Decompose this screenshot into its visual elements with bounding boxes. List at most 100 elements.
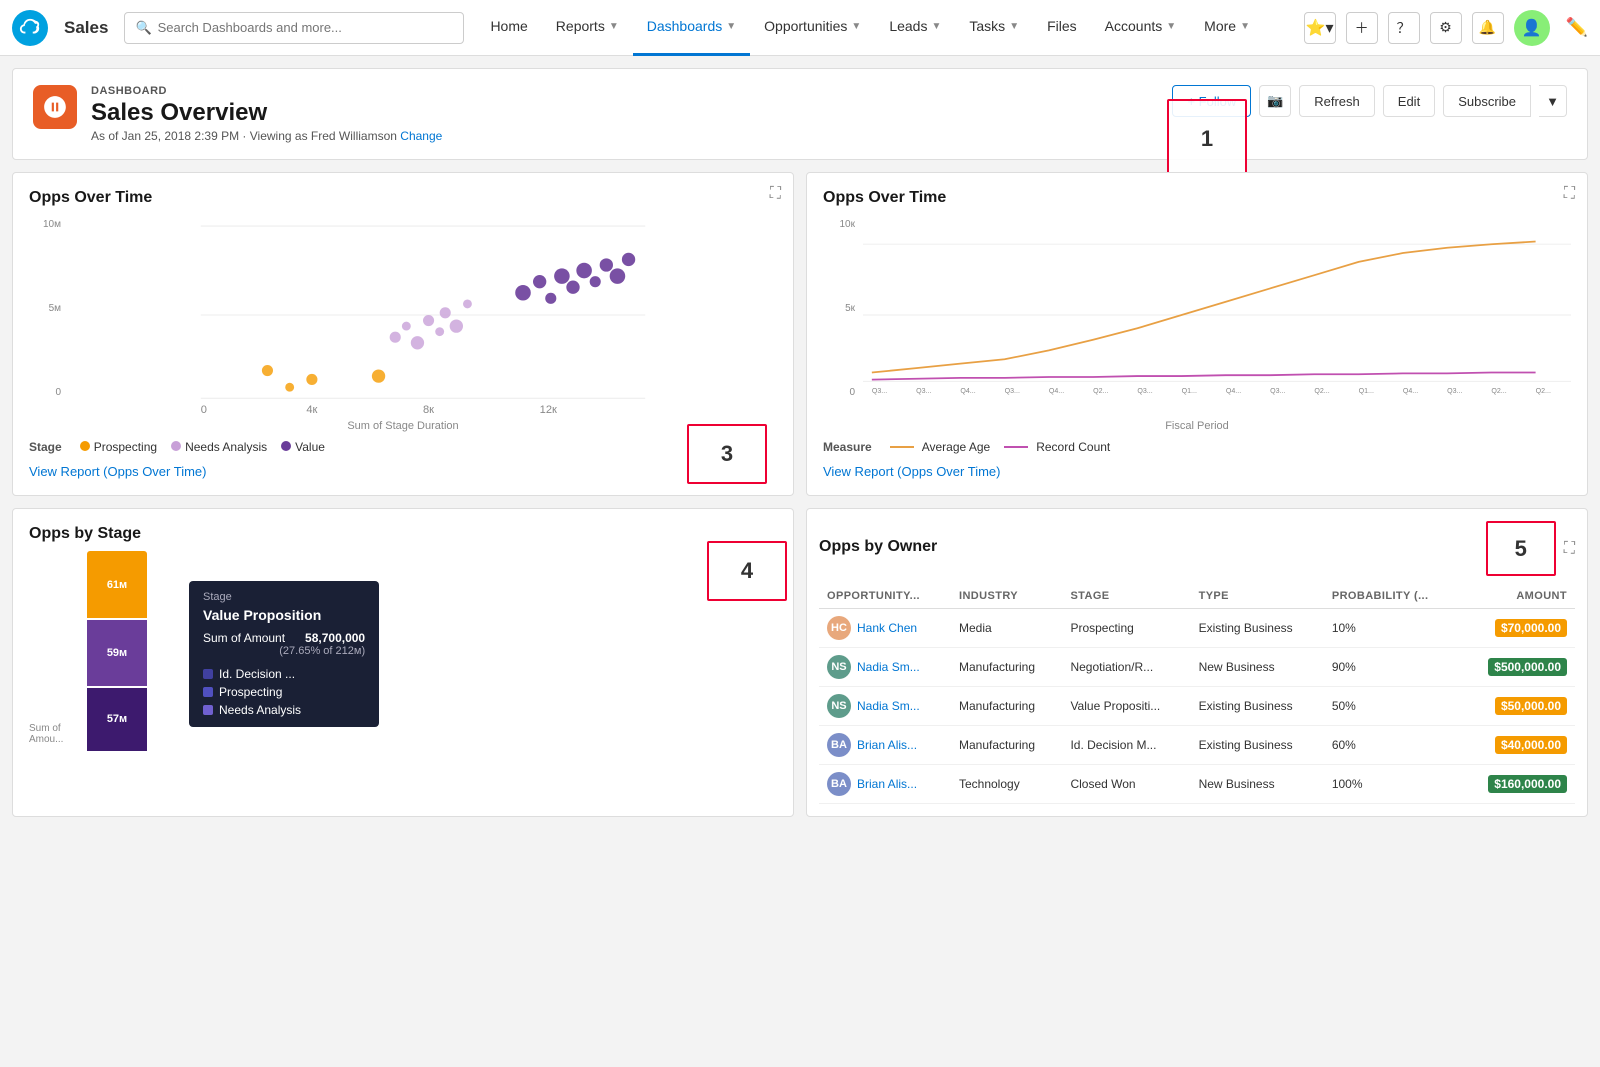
- tooltip-stage-label: Stage: [203, 591, 365, 603]
- svg-text:Q3...: Q3...: [1270, 387, 1285, 395]
- subscribe-button[interactable]: Subscribe: [1443, 85, 1531, 117]
- opp-stage: Id. Decision M...: [1062, 726, 1190, 765]
- nav-dashboards[interactable]: Dashboards ▼: [633, 0, 750, 56]
- nav-opportunities[interactable]: Opportunities ▼: [750, 0, 875, 56]
- subscribe-dropdown-button[interactable]: ▼: [1539, 85, 1567, 117]
- opp-stage: Negotiation/R...: [1062, 648, 1190, 687]
- chevron-down-icon: ▼: [851, 21, 861, 32]
- nav-home[interactable]: Home: [476, 0, 541, 56]
- legend-value: Value: [295, 440, 325, 454]
- opp-industry: Technology: [951, 765, 1062, 804]
- opp-amount: $160,000.00: [1460, 765, 1575, 804]
- user-avatar[interactable]: 👤: [1514, 10, 1550, 46]
- x-axis-label: Sum of Stage Duration: [29, 420, 777, 432]
- opp-name-cell[interactable]: NS Nadia Sm...: [819, 648, 951, 687]
- opp-name-cell[interactable]: BA Brian Alis...: [819, 726, 951, 765]
- opp-type: Existing Business: [1191, 726, 1324, 765]
- tooltip-amount-row: Sum of Amount 58,700,000: [203, 631, 365, 645]
- opps-by-owner-widget: Opps by Owner 5 ⛶ OPPORTUNITY... INDUSTR…: [806, 508, 1588, 817]
- opp-stage: Closed Won: [1062, 765, 1190, 804]
- nav-accounts[interactable]: Accounts ▼: [1091, 0, 1191, 56]
- nav-tasks[interactable]: Tasks ▼: [955, 0, 1033, 56]
- expand-icon-2[interactable]: ⛶: [1564, 185, 1575, 203]
- annotation-4: 4: [707, 541, 787, 601]
- opp-amount: $500,000.00: [1460, 648, 1575, 687]
- edit-icon[interactable]: ✏️: [1566, 17, 1588, 38]
- tooltip-amount-val: 58,700,000: [305, 631, 365, 645]
- tooltip-legend: Id. Decision ... Prospecting Needs Analy…: [203, 667, 365, 717]
- legend-measure: Measure: [823, 440, 872, 454]
- annotation-1: 1: [1167, 99, 1247, 179]
- legend-prospecting: Prospecting: [94, 440, 157, 454]
- help-button[interactable]: ？: [1388, 12, 1420, 44]
- dashboard-info: DASHBOARD Sales Overview As of Jan 25, 2…: [91, 85, 1172, 143]
- widget-grid-row2: Opps by Stage Sum of Amou... 61м 59м 57м: [12, 508, 1588, 817]
- opp-industry: Media: [951, 609, 1062, 648]
- line-chart-svg: Q3... Q3... Q4... Q3... Q4... Q2... Q3..…: [863, 215, 1571, 415]
- stage-bar-2[interactable]: 59м: [87, 620, 147, 685]
- svg-text:Q2...: Q2...: [1314, 387, 1329, 395]
- app-name: Sales: [64, 18, 108, 38]
- opp-probability: 10%: [1324, 609, 1460, 648]
- refresh-button[interactable]: Refresh: [1299, 85, 1375, 117]
- view-report-link-2[interactable]: View Report (Opps Over Time): [823, 464, 1000, 479]
- legend-avg-age: Average Age: [922, 440, 991, 454]
- dashboard-label: DASHBOARD: [91, 85, 1172, 97]
- annotation-3: 3: [687, 424, 767, 484]
- line-chart-area: 10к 5к 0: [823, 215, 1571, 432]
- svg-text:Q3...: Q3...: [1005, 387, 1020, 395]
- line-chart-legend: Measure Average Age Record Count: [823, 440, 1571, 454]
- table-row: NS Nadia Sm... Manufacturing Negotiation…: [819, 648, 1575, 687]
- expand-icon[interactable]: ⛶: [770, 185, 781, 203]
- settings-button[interactable]: ⚙: [1430, 12, 1462, 44]
- opp-name-cell[interactable]: HC Hank Chen: [819, 609, 951, 648]
- opps-by-stage-title: Opps by Stage: [29, 525, 777, 543]
- stage-bar-3[interactable]: 57м: [87, 688, 147, 751]
- scatter-chart-title: Opps Over Time: [29, 189, 777, 207]
- col-probability: PROBABILITY (...: [1324, 584, 1460, 609]
- annotation-5: 5: [1486, 521, 1556, 576]
- notifications-button[interactable]: 🔔: [1472, 12, 1504, 44]
- salesforce-logo[interactable]: [12, 10, 48, 46]
- stage-y-label: Sum of Amou...: [29, 723, 79, 745]
- nav-leads[interactable]: Leads ▼: [875, 0, 955, 56]
- search-bar[interactable]: 🔍: [124, 12, 464, 44]
- fiscal-period-label: Fiscal Period: [823, 420, 1571, 432]
- edit-button[interactable]: Edit: [1383, 85, 1435, 117]
- favorites-button[interactable]: ⭐▾: [1304, 12, 1336, 44]
- chevron-down-icon: ▼: [1009, 21, 1019, 32]
- camera-button[interactable]: 📷: [1259, 85, 1291, 117]
- change-link[interactable]: Change: [400, 129, 442, 143]
- table-row: HC Hank Chen Media Prospecting Existing …: [819, 609, 1575, 648]
- chevron-down-icon: ▼: [609, 21, 619, 32]
- y-min: 0: [55, 387, 61, 398]
- view-report-link-1[interactable]: View Report (Opps Over Time): [29, 464, 206, 479]
- legend-record-count: Record Count: [1036, 440, 1110, 454]
- opp-name-cell[interactable]: BA Brian Alis...: [819, 765, 951, 804]
- tooltip-legend-item-3: Needs Analysis: [203, 703, 365, 717]
- search-icon: 🔍: [135, 20, 151, 36]
- stage-bar-1[interactable]: 61м: [87, 551, 147, 618]
- chevron-down-icon: ▼: [1166, 21, 1176, 32]
- opp-type: New Business: [1191, 648, 1324, 687]
- svg-text:Q4...: Q4...: [1049, 387, 1064, 395]
- opp-amount: $40,000.00: [1460, 726, 1575, 765]
- svg-text:12к: 12к: [540, 404, 557, 415]
- nav-more[interactable]: More ▼: [1190, 0, 1264, 56]
- chevron-down-icon: ▼: [726, 21, 736, 32]
- expand-icon-3[interactable]: ⛶: [1564, 540, 1575, 558]
- nav-files[interactable]: Files: [1033, 0, 1091, 56]
- opp-name-cell[interactable]: NS Nadia Sm...: [819, 687, 951, 726]
- add-button[interactable]: ＋: [1346, 12, 1378, 44]
- chevron-down-icon: ▼: [1240, 21, 1250, 32]
- legend-stage: Stage: [29, 440, 62, 454]
- dashboard-subtitle: As of Jan 25, 2018 2:39 PM · Viewing as …: [91, 129, 1172, 143]
- svg-text:Q3...: Q3...: [916, 387, 931, 395]
- opp-type: Existing Business: [1191, 687, 1324, 726]
- opp-probability: 90%: [1324, 648, 1460, 687]
- tooltip-legend-item-2: Prospecting: [203, 685, 365, 699]
- search-input[interactable]: [158, 20, 454, 35]
- nav-reports[interactable]: Reports ▼: [542, 0, 633, 56]
- svg-text:Q3...: Q3...: [1137, 387, 1152, 395]
- line-chart-widget: Opps Over Time ⛶ 10к 5к 0: [806, 172, 1588, 496]
